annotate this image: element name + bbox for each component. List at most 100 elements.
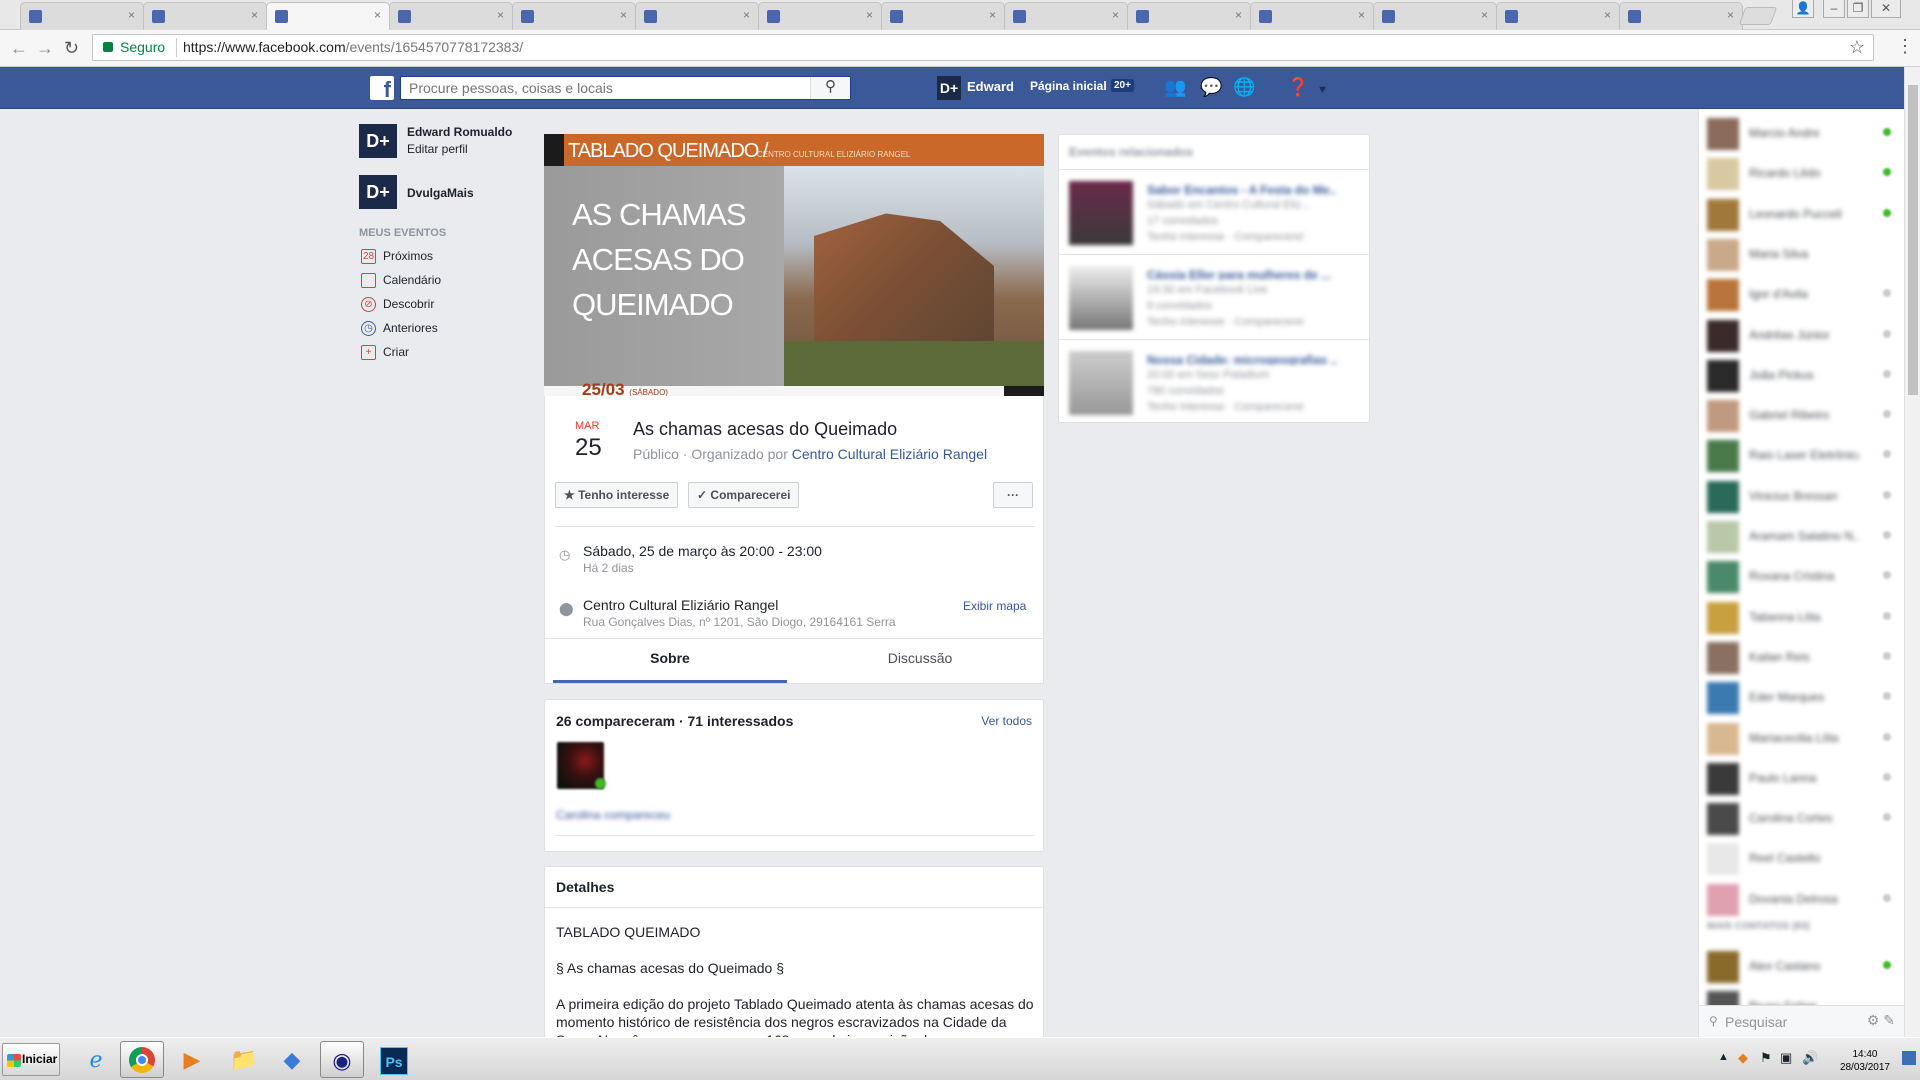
url-input[interactable]: Seguro https://www.facebook.com/events/1… [92, 34, 1874, 61]
going-button[interactable]: ✓ Comparecerei [688, 482, 800, 508]
browser-tab[interactable]: × [881, 2, 1005, 30]
edit-profile-link[interactable]: Editar perfil [407, 142, 468, 156]
nav-anteriores[interactable]: ◷ Anteriores [361, 321, 438, 341]
chat-contact[interactable]: Vinicius Bressan [1707, 477, 1897, 517]
browser-tab[interactable]: × [20, 2, 144, 30]
nav-criar[interactable]: + Criar [361, 345, 409, 365]
forward-icon[interactable]: → [36, 38, 54, 58]
profile-name[interactable]: Edward Romualdo [407, 125, 512, 139]
close-tab-icon[interactable]: × [1358, 8, 1365, 22]
chat-contact[interactable]: Maria Silva [1707, 235, 1897, 275]
page-avatar[interactable]: D+ [359, 175, 397, 209]
back-icon[interactable]: ← [10, 38, 28, 58]
help-icon[interactable]: ❓ [1287, 77, 1309, 97]
bookmark-star-icon[interactable]: ☆ [1849, 37, 1865, 58]
browser-tab[interactable]: × [758, 2, 882, 30]
close-tab-icon[interactable]: × [497, 8, 504, 22]
related-event-item[interactable]: Sabor Encantos - A Festa do Me... Sábado… [1069, 171, 1359, 251]
chat-contact[interactable]: Raio Laser Eletrônica [1707, 436, 1897, 476]
page-name[interactable]: DvulgaMais [407, 186, 474, 200]
restore-button[interactable]: ❐ [1847, 0, 1869, 18]
close-tab-icon[interactable]: × [866, 8, 873, 22]
browser-tab[interactable]: × [1619, 2, 1743, 30]
user-icon[interactable]: 👤 [1792, 0, 1814, 18]
chat-contact[interactable]: Marcio Andre [1707, 114, 1897, 154]
browser-menu-icon[interactable]: ⋮ [1896, 36, 1914, 57]
close-tab-icon[interactable]: × [989, 8, 996, 22]
chat-contact[interactable]: Ricardo Lêdo [1707, 154, 1897, 194]
chat-contact[interactable]: Gabriel Ribeiro [1707, 396, 1897, 436]
close-tab-icon[interactable]: × [743, 8, 750, 22]
event-cover-photo[interactable]: TABLADO QUEIMADO / CENTRO CULTURAL ELIZI… [544, 134, 1044, 396]
interested-button[interactable]: ★ Tenho interesse [555, 482, 679, 508]
friend-requests-icon[interactable]: 👥 [1164, 77, 1186, 97]
search-icon[interactable]: ⚲ [810, 77, 850, 99]
chat-contact[interactable]: Carolina Cortes [1707, 799, 1897, 839]
volume-icon[interactable]: 🔊 [1802, 1050, 1818, 1066]
chat-contact[interactable]: Eder Marques [1707, 678, 1897, 718]
close-tab-icon[interactable]: × [374, 8, 381, 22]
show-desktop-icon[interactable] [1902, 1051, 1916, 1065]
related-event-item[interactable]: Cássia Eller para mulheres de ... 19:30 … [1069, 256, 1359, 336]
notifications-globe-icon[interactable]: 🌐 [1233, 77, 1255, 97]
attendance-summary[interactable]: 26 compareceram · 71 interessados [556, 713, 793, 729]
profile-avatar[interactable]: D+ [359, 124, 397, 158]
chat-contact[interactable]: Alex Castano [1707, 947, 1897, 987]
network-icon[interactable]: ▣ [1780, 1050, 1792, 1066]
chat-contact[interactable]: Leonardo Pucceli [1707, 195, 1897, 235]
chat-contact[interactable]: Joãa Pickus [1707, 356, 1897, 396]
settings-chevron-down-icon[interactable]: ▼ [1317, 80, 1328, 100]
search-input[interactable] [400, 76, 851, 100]
close-tab-icon[interactable]: × [128, 8, 135, 22]
related-event-item[interactable]: Nossa Cidade: microgeografias ... 20:00 … [1069, 341, 1359, 421]
chat-contact[interactable]: Dovania Delrosa [1707, 880, 1897, 920]
chat-settings-icons[interactable]: ⚙ ✎ [1867, 1012, 1895, 1029]
minimize-button[interactable]: – [1823, 0, 1845, 18]
chat-search-bar[interactable]: ⚲ Pesquisar ⚙ ✎ [1699, 1005, 1905, 1037]
app-icon[interactable]: ◉ [320, 1041, 364, 1078]
tab-sobre[interactable]: Sobre [553, 646, 787, 683]
media-player-icon[interactable]: ▶ [170, 1041, 214, 1078]
chat-search-input[interactable]: Pesquisar [1725, 1014, 1787, 1030]
chat-contact[interactable]: Mariacecilia Lôla [1707, 719, 1897, 759]
close-tab-icon[interactable]: × [620, 8, 627, 22]
photoshop-icon[interactable]: Ps [372, 1041, 416, 1078]
close-window-button[interactable]: ✕ [1871, 0, 1901, 18]
browser-tab[interactable]: × [1004, 2, 1128, 30]
chat-contact[interactable]: Roxana Cristina [1707, 557, 1897, 597]
internet-explorer-icon[interactable]: ℯ [74, 1041, 118, 1078]
organizer-link[interactable]: Centro Cultural Eliziário Rangel [792, 446, 987, 462]
nav-proximos[interactable]: 28 Próximos [361, 249, 433, 269]
close-tab-icon[interactable]: × [1235, 8, 1242, 22]
tray-expand-icon[interactable]: ▲ [1718, 1051, 1729, 1063]
home-link[interactable]: Página inicial [1030, 79, 1107, 93]
start-button[interactable]: Iniciar [2, 1043, 60, 1076]
chat-contact[interactable]: Igor d'Avila [1707, 275, 1897, 315]
user-link[interactable]: Edward [967, 79, 1014, 94]
chat-contact[interactable]: Paulo Lanna [1707, 759, 1897, 799]
browser-tab[interactable]: × [266, 2, 390, 31]
chrome-icon[interactable] [120, 1041, 164, 1078]
close-tab-icon[interactable]: × [1604, 8, 1611, 22]
browser-tab[interactable]: × [389, 2, 513, 30]
file-explorer-icon[interactable]: 📁 [222, 1041, 266, 1078]
facebook-logo-icon[interactable]: f [370, 76, 394, 100]
action-center-flag-icon[interactable]: ⚑ [1760, 1050, 1772, 1066]
browser-tab[interactable]: × [512, 2, 636, 30]
browser-tab[interactable]: × [143, 2, 267, 30]
browser-tab[interactable]: × [1127, 2, 1251, 30]
browser-tab[interactable]: × [1373, 2, 1497, 30]
attendee-caption[interactable]: Carolina compareceu [556, 808, 670, 822]
notepad-icon[interactable]: ◆ [270, 1041, 314, 1078]
chat-contact[interactable]: Kailan Reis [1707, 638, 1897, 678]
nav-calendario[interactable]: Calendário [361, 273, 441, 293]
event-location[interactable]: Centro Cultural Eliziário Rangel [583, 597, 778, 613]
chat-contact[interactable]: Reel Castello [1707, 839, 1897, 879]
chat-contact[interactable]: Andrêas Júnior [1707, 316, 1897, 356]
more-options-button[interactable]: ··· [993, 482, 1033, 508]
close-tab-icon[interactable]: × [1727, 8, 1734, 22]
nav-descobrir[interactable]: ⊘ Descobrir [361, 297, 434, 317]
show-map-link[interactable]: Exibir mapa [963, 599, 1026, 613]
close-tab-icon[interactable]: × [251, 8, 258, 22]
close-tab-icon[interactable]: × [1481, 8, 1488, 22]
